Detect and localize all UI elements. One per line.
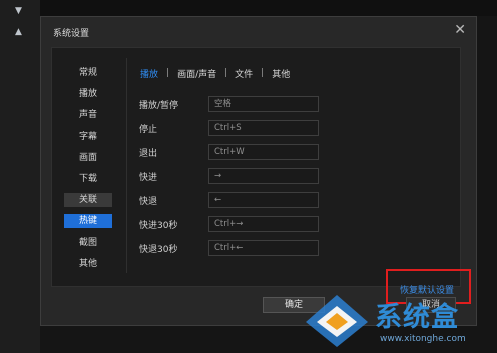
nav-item-download[interactable]: 下载 bbox=[64, 172, 112, 186]
tab-playback[interactable]: 播放 bbox=[140, 67, 158, 80]
nav-item-association[interactable]: 关联 bbox=[64, 193, 112, 208]
hotkey-input[interactable]: Ctrl+→ bbox=[208, 216, 319, 232]
nav-item-subtitles[interactable]: 字幕 bbox=[64, 130, 112, 144]
nav-item-screenshot[interactable]: 截图 bbox=[64, 236, 112, 250]
hotkey-label: 快进30秒 bbox=[139, 221, 178, 231]
hotkey-label: 快退 bbox=[139, 197, 158, 207]
nav-divider bbox=[126, 58, 127, 273]
nav-item-other[interactable]: 其他 bbox=[64, 257, 112, 271]
tab-picture-sound[interactable]: 画面/声音 bbox=[177, 67, 216, 80]
dialog-title: 系统设置 bbox=[53, 29, 90, 39]
watermark-logo-icon bbox=[306, 295, 368, 347]
settings-nav: 常规 播放 声音 字幕 画面 下载 关联 热键 截图 其他 bbox=[64, 66, 112, 278]
tab-separator: | bbox=[166, 68, 170, 78]
hotkey-label: 停止 bbox=[139, 125, 158, 135]
background-app-sidebar: ▼ ▲ bbox=[0, 0, 40, 353]
chevron-down-icon[interactable]: ▼ bbox=[15, 6, 25, 16]
hotkey-label: 快进 bbox=[139, 173, 158, 183]
background-app-header bbox=[40, 0, 497, 16]
hotkey-label: 播放/暂停 bbox=[139, 101, 179, 111]
hotkey-tabs: 播放 | 画面/声音 | 文件 | 其他 bbox=[140, 66, 290, 80]
nav-item-hotkeys[interactable]: 热键 bbox=[64, 214, 112, 229]
chevron-up-icon[interactable]: ▲ bbox=[15, 27, 25, 37]
close-icon[interactable]: ✕ bbox=[454, 23, 466, 37]
nav-item-general[interactable]: 常规 bbox=[64, 66, 112, 80]
tab-separator: | bbox=[224, 68, 228, 78]
dialog-titlebar[interactable]: 系统设置 ✕ bbox=[41, 17, 476, 45]
hotkey-label: 退出 bbox=[139, 149, 158, 159]
hotkey-input[interactable]: Ctrl+S bbox=[208, 120, 319, 136]
hotkey-input[interactable]: → bbox=[208, 168, 319, 184]
watermark: 系统盒 www.xitonghe.com bbox=[302, 292, 497, 353]
hotkey-input[interactable]: Ctrl+W bbox=[208, 144, 319, 160]
tab-other[interactable]: 其他 bbox=[272, 67, 290, 80]
settings-panel: 常规 播放 声音 字幕 画面 下载 关联 热键 截图 其他 播放 | 画面/声音… bbox=[51, 47, 461, 287]
nav-item-playback[interactable]: 播放 bbox=[64, 87, 112, 101]
watermark-url: www.xitonghe.com bbox=[380, 334, 466, 344]
hotkey-input[interactable]: Ctrl+← bbox=[208, 240, 319, 256]
tab-file[interactable]: 文件 bbox=[235, 67, 253, 80]
watermark-brand: 系统盒 bbox=[375, 302, 459, 333]
nav-item-sound[interactable]: 声音 bbox=[64, 108, 112, 122]
hotkey-input[interactable]: 空格 bbox=[208, 96, 319, 112]
hotkey-label: 快退30秒 bbox=[139, 245, 178, 255]
tab-separator: | bbox=[261, 68, 265, 78]
hotkey-input[interactable]: ← bbox=[208, 192, 319, 208]
nav-item-picture[interactable]: 画面 bbox=[64, 151, 112, 165]
settings-dialog: 系统设置 ✕ 常规 播放 声音 字幕 画面 下载 关联 热键 截图 其他 播放 … bbox=[40, 16, 477, 326]
